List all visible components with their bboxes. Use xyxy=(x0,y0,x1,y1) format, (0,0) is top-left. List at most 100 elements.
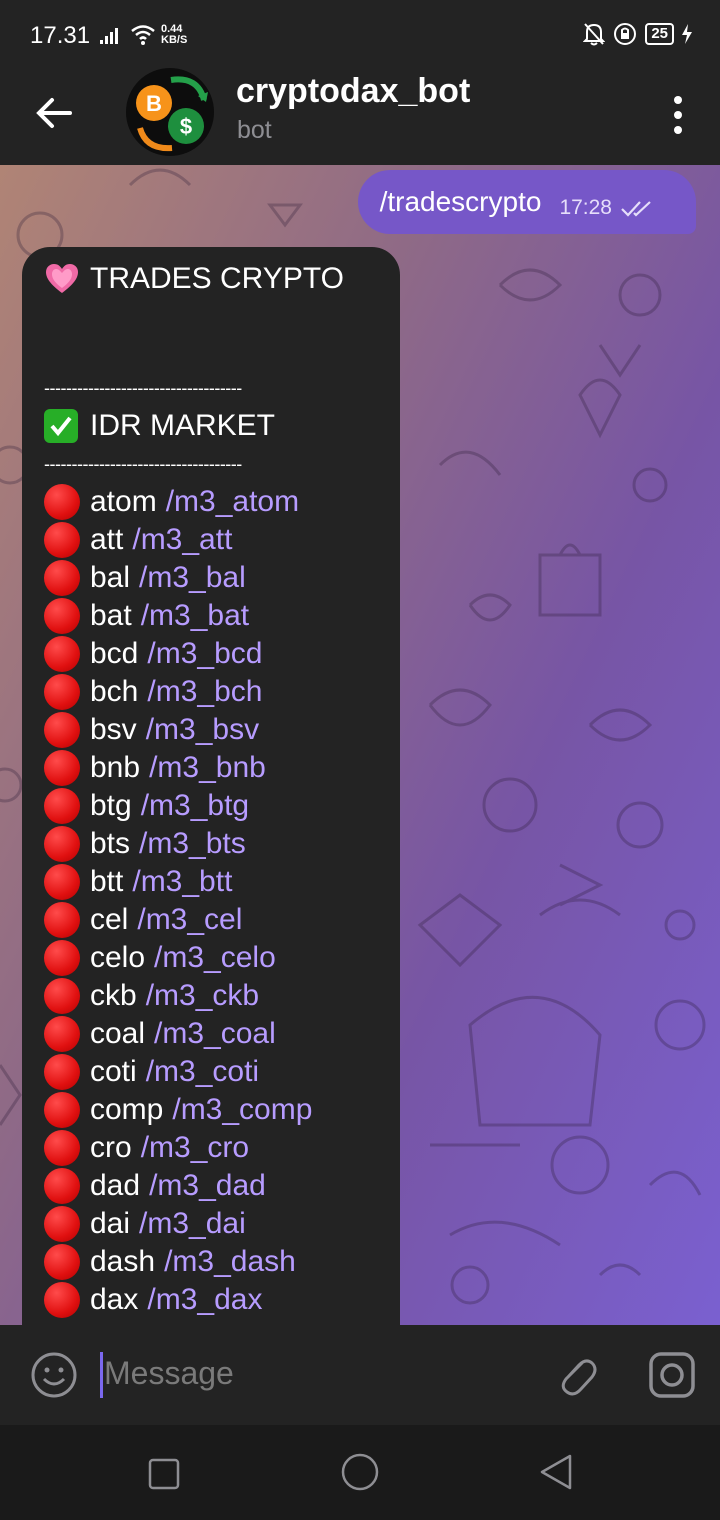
command-link[interactable]: /m3_bat xyxy=(141,597,249,635)
divider-top: ------------------------------------ xyxy=(44,378,242,398)
list-item: bal/m3_bal xyxy=(44,559,400,597)
red-circle-icon xyxy=(44,712,80,748)
outgoing-message[interactable]: /tradescrypto 17:28 xyxy=(357,170,696,234)
red-circle-icon xyxy=(44,864,80,900)
smiley-icon[interactable] xyxy=(30,1351,78,1399)
red-circle-icon xyxy=(44,484,80,520)
command-link[interactable]: /m3_comp xyxy=(172,1091,312,1129)
status-bar: 17.31 0.44 KB/S 25 xyxy=(0,0,720,70)
lock-rotation-icon xyxy=(614,23,637,45)
command-link[interactable]: /m3_bal xyxy=(139,559,246,597)
coin-name: att xyxy=(90,523,124,556)
svg-text:$: $ xyxy=(180,114,192,139)
command-link[interactable]: /m3_dad xyxy=(149,1167,266,1205)
red-circle-icon xyxy=(44,940,80,976)
red-circle-icon xyxy=(44,598,80,634)
command-link[interactable]: /m3_btg xyxy=(141,787,249,825)
coin-name: btg xyxy=(90,789,132,822)
coin-name: bch xyxy=(90,675,139,708)
speed-unit: KB/S xyxy=(161,34,188,46)
recents-button-icon[interactable] xyxy=(148,1458,180,1490)
coin-name: ckb xyxy=(90,979,137,1012)
red-circle-icon xyxy=(44,1130,80,1166)
command-link[interactable]: /m3_bch xyxy=(147,673,262,711)
coin-name: bcd xyxy=(90,637,139,670)
coin-name: dash xyxy=(90,1245,156,1278)
command-link[interactable]: /m3_bcd xyxy=(147,635,262,673)
command-link[interactable]: /m3_bsv xyxy=(146,711,259,749)
coin-name: bts xyxy=(90,827,131,860)
command-link[interactable]: /m3_cro xyxy=(141,1129,249,1167)
more-vert-icon[interactable] xyxy=(666,90,690,140)
coin-name: bal xyxy=(90,561,131,594)
list-item: cro/m3_cro xyxy=(44,1129,400,1167)
back-arrow-icon[interactable] xyxy=(30,88,80,138)
command-link[interactable]: /m3_celo xyxy=(154,939,276,977)
coin-name: dai xyxy=(90,1207,131,1240)
coin-name: bsv xyxy=(90,713,137,746)
divider-bottom: ------------------------------------ xyxy=(44,454,242,474)
network-speed: 0.44 KB/S xyxy=(161,24,187,46)
command-link[interactable]: /m3_cel xyxy=(137,901,242,939)
coin-name: cel xyxy=(90,903,129,936)
coin-name: bat xyxy=(90,599,132,632)
command-link[interactable]: /m3_coti xyxy=(146,1053,259,1091)
camera-icon[interactable] xyxy=(648,1351,696,1399)
red-circle-icon xyxy=(44,902,80,938)
command-link[interactable]: /m3_bnb xyxy=(149,749,266,787)
command-link[interactable]: /m3_coal xyxy=(154,1015,276,1053)
command-link[interactable]: /m3_dash xyxy=(164,1243,296,1281)
list-item: btg/m3_btg xyxy=(44,787,400,825)
coin-name: dax xyxy=(90,1283,139,1316)
red-circle-icon xyxy=(44,1054,80,1090)
incoming-message[interactable]: TRADES CRYPTO --------------------------… xyxy=(22,247,400,1325)
crypto-logo-icon: B $ xyxy=(126,68,214,156)
status-icons: 25 xyxy=(583,22,692,46)
section-title: IDR MARKET xyxy=(44,407,400,445)
list-item: bch/m3_bch xyxy=(44,673,400,711)
command-link[interactable]: /m3_ckb xyxy=(146,977,259,1015)
command-link[interactable]: /m3_atom xyxy=(166,483,299,521)
list-item: att/m3_att xyxy=(44,521,400,559)
command-link[interactable]: /m3_dai xyxy=(139,1205,246,1243)
message-composer: Message xyxy=(0,1325,720,1425)
red-circle-icon xyxy=(44,1092,80,1128)
paperclip-icon[interactable] xyxy=(552,1351,600,1399)
list-item: dash/m3_dash xyxy=(44,1243,400,1281)
chat-area[interactable]: /tradescrypto 17:28 TRADES CRYPTO ------… xyxy=(0,165,720,1325)
wifi-icon xyxy=(131,25,155,45)
list-item: dax/m3_dax xyxy=(44,1281,400,1319)
coin-name: cro xyxy=(90,1131,132,1164)
list-item: bsv/m3_bsv xyxy=(44,711,400,749)
bot-avatar[interactable]: B $ xyxy=(126,68,214,156)
command-link[interactable]: /m3_att xyxy=(132,521,232,559)
list-item: coal/m3_coal xyxy=(44,1015,400,1053)
message-input[interactable]: Message xyxy=(104,1355,234,1392)
command-link[interactable]: /m3_dax xyxy=(147,1281,262,1319)
text-cursor xyxy=(100,1352,103,1398)
home-button-icon[interactable] xyxy=(340,1452,380,1492)
red-circle-icon xyxy=(44,560,80,596)
charging-icon xyxy=(682,24,692,44)
list-item: atom/m3_atom xyxy=(44,483,400,521)
chat-title[interactable]: cryptodax_bot xyxy=(236,72,470,111)
system-navigation-bar xyxy=(0,1425,720,1520)
red-circle-icon xyxy=(44,674,80,710)
red-circle-icon xyxy=(44,522,80,558)
svg-text:B: B xyxy=(146,91,162,116)
outgoing-text: /tradescrypto xyxy=(379,186,542,217)
list-item: bnb/m3_bnb xyxy=(44,749,400,787)
red-circle-icon xyxy=(44,1168,80,1204)
list-item: celo/m3_celo xyxy=(44,939,400,977)
red-circle-icon xyxy=(44,1244,80,1280)
red-circle-icon xyxy=(44,750,80,786)
list-item: ckb/m3_ckb xyxy=(44,977,400,1015)
command-link[interactable]: /m3_bts xyxy=(139,825,246,863)
back-button-icon[interactable] xyxy=(538,1453,574,1491)
coin-name: bnb xyxy=(90,751,141,784)
heart-emoji-icon xyxy=(46,264,78,293)
list-item: bcd/m3_bcd xyxy=(44,635,400,673)
red-circle-icon xyxy=(44,1016,80,1052)
command-link[interactable]: /m3_btt xyxy=(132,863,232,901)
